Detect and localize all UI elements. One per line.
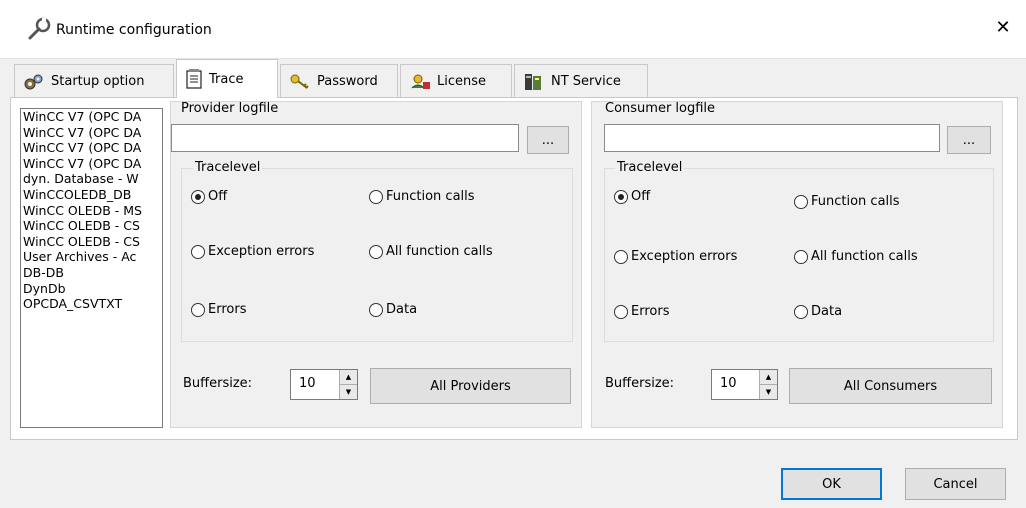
consumer-radio-all-function-calls[interactable]: All function calls — [794, 249, 918, 264]
consumer-browse-button[interactable]: ... — [947, 126, 991, 154]
provider-radio-all-function-calls[interactable]: All function calls — [369, 244, 493, 259]
provider-buffersize-label: Buffersize: — [183, 376, 253, 391]
provider-tracelevel-label: Tracelevel — [193, 160, 263, 175]
radio-label: Exception errors — [631, 249, 738, 264]
spin-down-icon[interactable]: ▼ — [340, 384, 357, 399]
all-providers-button[interactable]: All Providers — [370, 368, 571, 404]
radio-dot — [369, 244, 383, 259]
list-item[interactable]: WinCC OLEDB - CS — [21, 234, 162, 250]
consumer-radio-errors[interactable]: Errors — [614, 304, 669, 319]
spin-down-icon[interactable]: ▼ — [760, 384, 777, 399]
list-item[interactable]: WinCC OLEDB - CS — [21, 218, 162, 234]
tab-label: NT Service — [551, 74, 621, 89]
spinner-value[interactable]: 10 — [291, 370, 339, 399]
radio-label: Errors — [208, 302, 247, 317]
provider-logfile-label: Provider logfile — [181, 101, 279, 116]
server-icon — [525, 73, 541, 90]
radio-dot — [191, 302, 205, 317]
list-item[interactable]: WinCC V7 (OPC DA — [21, 125, 162, 141]
tab-label: License — [437, 74, 487, 89]
cancel-button[interactable]: Cancel — [905, 468, 1006, 500]
radio-label: Data — [386, 302, 418, 317]
radio-label: All function calls — [386, 244, 493, 259]
radio-dot — [369, 302, 383, 317]
ok-button[interactable]: OK — [781, 468, 882, 500]
provider-radio-off[interactable]: Off — [191, 189, 227, 204]
provider-radio-data[interactable]: Data — [369, 302, 417, 317]
wrench-icon — [26, 16, 52, 42]
radio-label: Off — [208, 189, 228, 204]
list-item[interactable]: User Archives - Ac — [21, 249, 162, 265]
consumer-radio-exception-errors[interactable]: Exception errors — [614, 249, 737, 264]
provider-list[interactable]: WinCC V7 (OPC DA WinCC V7 (OPC DA WinCC … — [20, 108, 163, 428]
list-item[interactable]: WinCC V7 (OPC DA — [21, 140, 162, 156]
consumer-radio-function-calls[interactable]: Function calls — [794, 194, 900, 209]
radio-label: Exception errors — [208, 244, 315, 259]
provider-browse-button[interactable]: ... — [527, 126, 569, 154]
radio-dot — [614, 249, 628, 264]
list-item[interactable]: OPCDA_CSVTXT — [21, 296, 162, 312]
list-item[interactable]: WinCCOLEDB_DB — [21, 187, 162, 203]
list-item[interactable]: DB-DB — [21, 265, 162, 281]
all-consumers-button[interactable]: All Consumers — [789, 368, 992, 404]
notepad-icon — [186, 69, 202, 89]
radio-label: All function calls — [811, 249, 918, 264]
radio-label: Off — [631, 189, 651, 204]
radio-dot — [794, 249, 808, 264]
tab-label: Startup option — [51, 74, 145, 89]
radio-dot — [794, 194, 808, 209]
tab-label: Password — [317, 74, 378, 89]
consumer-radio-off[interactable]: Off — [614, 189, 650, 204]
spinner-value[interactable]: 10 — [712, 370, 759, 399]
radio-label: Data — [811, 304, 843, 319]
tab-nt-service[interactable]: NT Service — [514, 64, 648, 98]
list-item[interactable]: DynDb — [21, 281, 162, 297]
consumer-logfile-label: Consumer logfile — [605, 101, 716, 116]
list-item[interactable]: WinCC V7 (OPC DA — [21, 156, 162, 172]
radio-label: Function calls — [811, 194, 900, 209]
radio-dot — [614, 304, 628, 319]
consumer-buffersize-spinner[interactable]: 10 ▲ ▼ — [711, 369, 778, 400]
radio-dot — [794, 304, 808, 319]
close-button[interactable]: ✕ — [993, 17, 1013, 39]
spin-up-icon[interactable]: ▲ — [760, 370, 777, 384]
radio-dot — [614, 189, 628, 204]
consumer-logfile-input[interactable] — [604, 124, 940, 152]
gears-icon — [24, 74, 43, 89]
tab-startup-option[interactable]: Startup option — [14, 64, 174, 98]
consumer-tracelevel-label: Tracelevel — [615, 160, 685, 175]
tab-license[interactable]: License — [400, 64, 512, 98]
tab-password[interactable]: Password — [280, 64, 398, 98]
keys-icon — [290, 74, 309, 89]
radio-dot — [369, 189, 383, 204]
radio-dot — [191, 189, 205, 204]
tab-trace[interactable]: Trace — [176, 59, 278, 98]
tab-label: Trace — [209, 71, 244, 87]
radio-dot — [191, 244, 205, 259]
consumer-buffersize-label: Buffersize: — [605, 376, 675, 391]
provider-logfile-input[interactable] — [171, 124, 519, 152]
provider-buffersize-spinner[interactable]: 10 ▲ ▼ — [290, 369, 358, 400]
list-item[interactable]: dyn. Database - W — [21, 171, 162, 187]
provider-radio-errors[interactable]: Errors — [191, 302, 246, 317]
provider-radio-exception-errors[interactable]: Exception errors — [191, 244, 314, 259]
list-item[interactable]: WinCC V7 (OPC DA — [21, 109, 162, 125]
window-title: Runtime configuration — [56, 22, 212, 38]
spin-up-icon[interactable]: ▲ — [340, 370, 357, 384]
list-item[interactable]: WinCC OLEDB - MS — [21, 203, 162, 219]
provider-radio-function-calls[interactable]: Function calls — [369, 189, 475, 204]
radio-label: Function calls — [386, 189, 475, 204]
license-icon — [411, 74, 430, 89]
consumer-radio-data[interactable]: Data — [794, 304, 842, 319]
radio-label: Errors — [631, 304, 670, 319]
